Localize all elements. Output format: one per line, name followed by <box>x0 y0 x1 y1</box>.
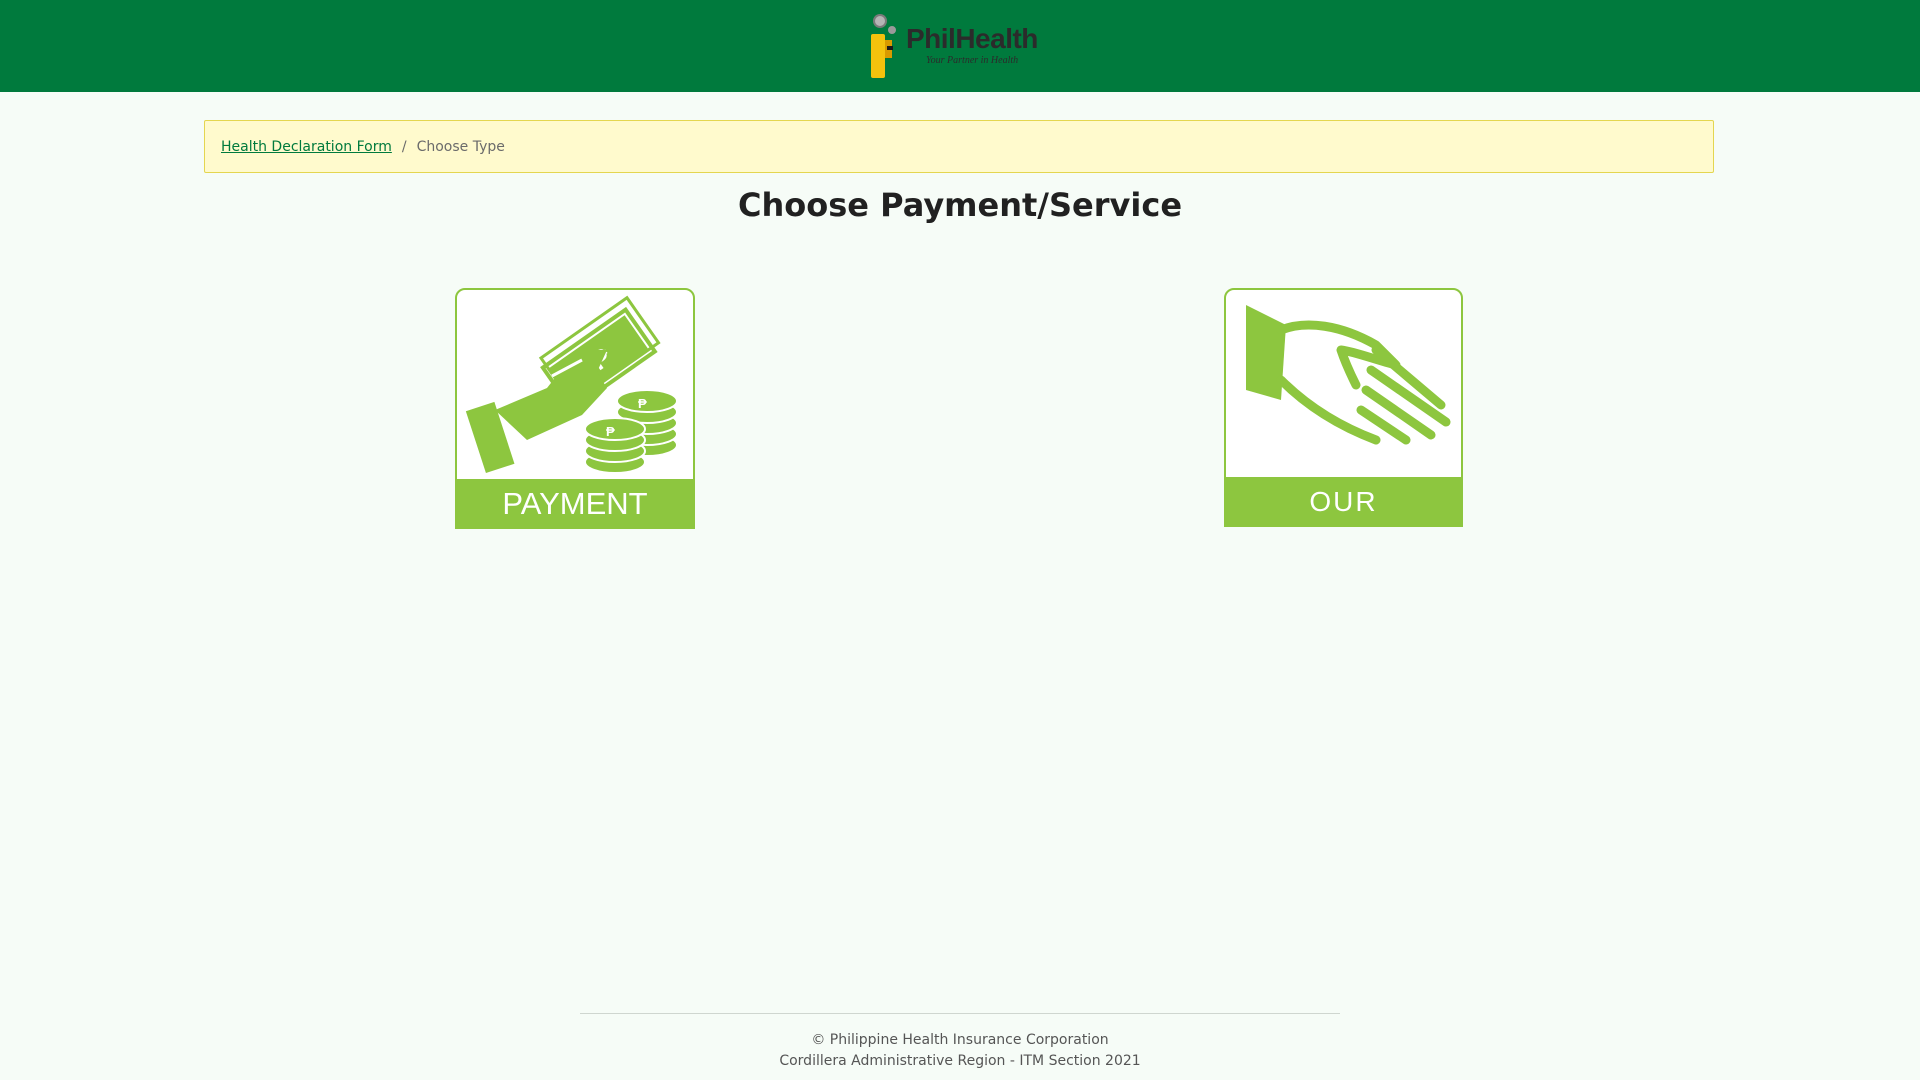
logo-text: PhilHealth <box>906 23 1038 54</box>
philhealth-logo[interactable]: PhilHealth Your Partner in Health <box>866 12 1052 82</box>
handshake-icon <box>1246 305 1451 445</box>
svg-text:₱: ₱ <box>606 424 615 439</box>
footer-copyright: © Philippine Health Insurance Corporatio… <box>811 1032 1109 1048</box>
hand-money-icon: ₱ ₱ ₱ <box>465 295 678 474</box>
top-header-bar: PhilHealth Your Partner in Health <box>0 0 1920 92</box>
breadcrumb-current-page: Choose Type <box>416 138 505 155</box>
breadcrumb-separator: / <box>401 138 407 155</box>
logo-mark-icon <box>871 14 896 78</box>
svg-text:₱: ₱ <box>638 396 647 411</box>
footer-divider <box>580 1013 1340 1014</box>
page-title: Choose Payment/Service <box>737 186 1183 224</box>
our-services-option-label: OUR SERVICES <box>1226 477 1461 525</box>
footer: © Philippine Health Insurance Corporatio… <box>0 1030 1920 1072</box>
logo-tagline: Your Partner in Health <box>926 55 1019 66</box>
payment-option-button[interactable]: ₱ ₱ ₱ PAYMENT <box>455 288 695 529</box>
payment-option-label: PAYMENT <box>457 479 693 527</box>
breadcrumb-link-health-declaration-form[interactable]: Health Declaration Form <box>221 139 392 155</box>
footer-credits: Cordillera Administrative Region - ITM S… <box>779 1053 1141 1069</box>
breadcrumb: Health Declaration Form / Choose Type <box>204 120 1714 173</box>
our-services-option-button[interactable]: OUR SERVICES <box>1224 288 1463 527</box>
